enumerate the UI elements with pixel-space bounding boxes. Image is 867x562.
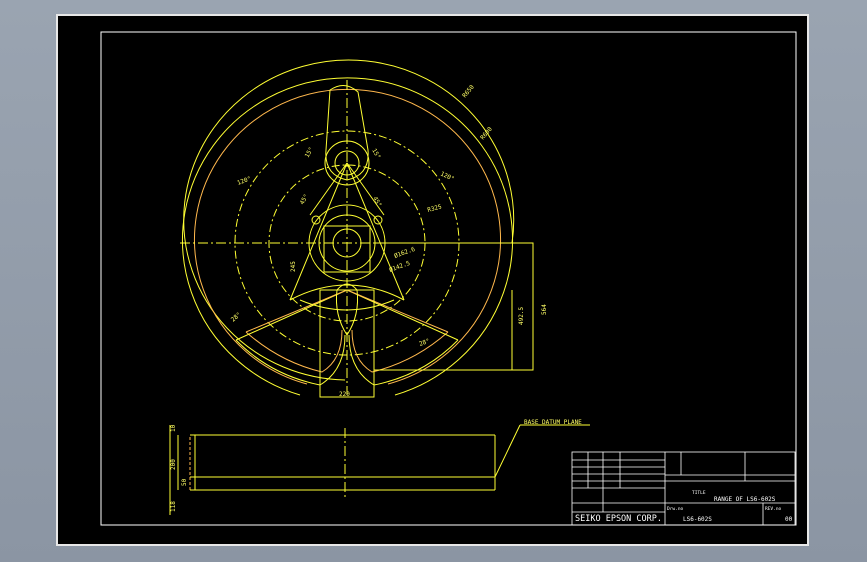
joint-marker-right	[373, 215, 383, 225]
angle-15-left: 15°	[304, 146, 315, 159]
dim-box-right	[374, 242, 534, 371]
rev-label: REV.no	[765, 506, 782, 512]
datum-leader	[494, 424, 521, 478]
title-block-text: TITLE RANGE OF LS6-602S Drw.no LS6-602S …	[575, 490, 793, 524]
dim-142: Ø142.5	[388, 260, 411, 274]
drawing-title: RANGE OF LS6-602S	[714, 496, 776, 503]
side-view	[169, 424, 590, 515]
dim-r600: R600	[479, 125, 494, 141]
side-dim-200: 200	[170, 459, 177, 470]
side-dim-118: 118	[170, 501, 177, 512]
lower-lobe-right-inner	[351, 329, 449, 373]
angle-28-left: 28°	[230, 311, 243, 323]
company-name: SEIKO EPSON CORP.	[575, 514, 662, 524]
angle-45-left: 45°	[299, 193, 310, 206]
angle-120-right: 120°	[439, 170, 455, 182]
cad-drawing: R650 R600 R325 Ø162.6 Ø142.5 245 492.5 5…	[100, 31, 797, 526]
lower-lobe-right	[348, 334, 459, 386]
dim-245: 245	[290, 261, 297, 272]
side-view-labels: 10 200 50 118 BASE DATUM PLANE	[170, 419, 582, 512]
lower-lobe-left-inner	[245, 329, 343, 373]
dim-220: 220	[339, 391, 350, 398]
drawing-number: LS6-602S	[683, 516, 712, 523]
dim-r650: R650	[461, 83, 476, 99]
dim-325: R325	[427, 203, 443, 214]
angle-120-left: 120°	[236, 175, 252, 187]
dim-162: Ø162.6	[393, 246, 416, 260]
base-footprint	[319, 289, 375, 398]
work-envelope-plan	[180, 59, 534, 398]
side-dim-50: 50	[181, 478, 188, 486]
title-small: TITLE	[692, 490, 706, 496]
joint-marker-left	[311, 215, 321, 225]
drw-no-label: Drw.no	[667, 506, 684, 512]
lower-lobe-left	[235, 334, 346, 386]
sheet-border	[100, 31, 797, 526]
dim-564: 564	[541, 304, 548, 315]
base-datum-label: BASE DATUM PLANE	[524, 419, 582, 426]
angle-45-right: 45°	[371, 196, 382, 209]
dim-4925: 492.5	[518, 307, 525, 325]
angle-15-right: 15°	[370, 148, 381, 161]
side-view-body	[189, 434, 496, 491]
side-dim-10: 10	[170, 424, 177, 432]
revision: 00	[785, 516, 793, 523]
